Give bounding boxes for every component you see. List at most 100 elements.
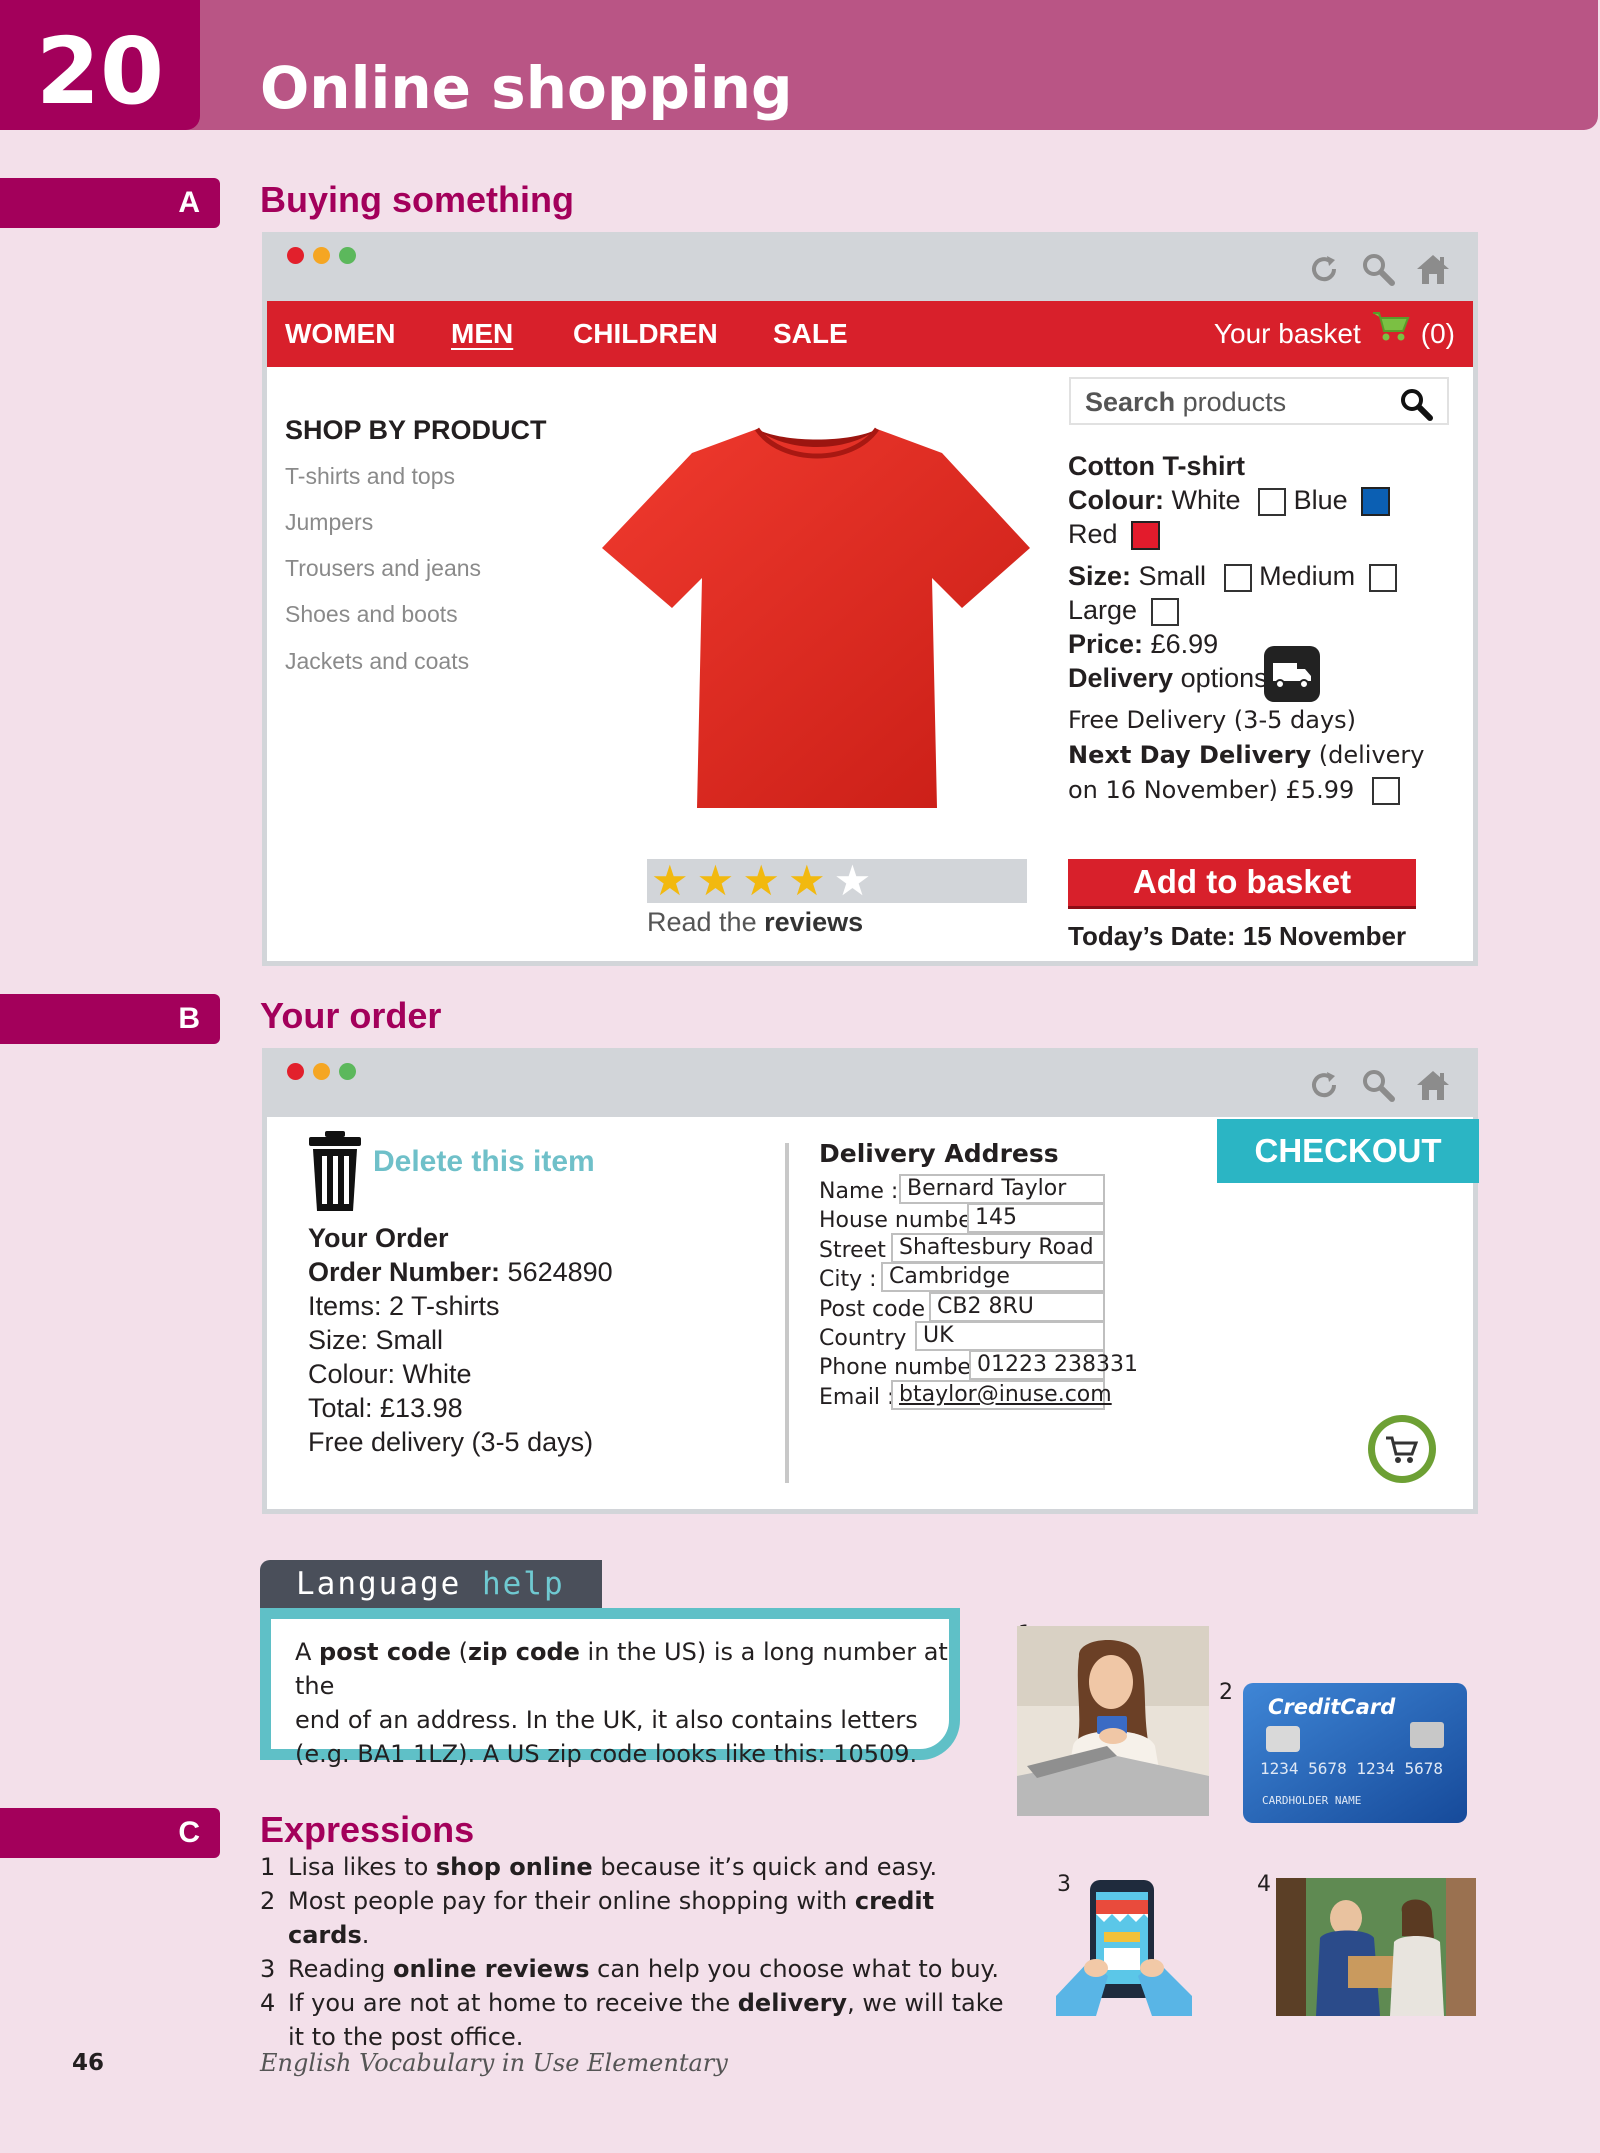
address-field-input[interactable]: btaylor@inuse.com [891,1379,1112,1410]
price-label: Price: [1068,629,1144,659]
colour-white-checkbox[interactable] [1258,487,1287,516]
address-field-input[interactable]: Cambridge [881,1262,1105,1293]
unit-header-band [0,0,1598,130]
close-dot[interactable] [287,1063,304,1080]
nav-men[interactable]: MEN [451,301,513,367]
star-filled-icon: ★ [696,856,735,905]
size-medium-checkbox[interactable] [1368,563,1397,592]
rating-stars: ★ ★ ★ ★ ★ [647,859,1027,903]
card-brand-text: CreditCard [1268,1695,1396,1719]
colour-blue-label: Blue [1293,485,1348,515]
star-filled-icon: ★ [787,856,826,905]
search-placeholder-rest: products [1175,387,1287,417]
card-number-text: 1234 5678 1234 5678 [1260,1759,1443,1778]
colour-red-swatch[interactable] [1131,521,1161,551]
minimize-dot[interactable] [313,247,330,264]
basket-cart-icon [1371,301,1411,367]
maximize-dot[interactable] [339,1063,356,1080]
expression-item: 3 Reading online reviews can help you ch… [260,1955,999,1983]
page-number: 46 [72,2050,105,2076]
refresh-icon[interactable] [1307,1068,1341,1102]
address-label: Email : [819,1384,895,1410]
nav-women[interactable]: WOMEN [285,301,395,367]
order-browser-window: Delete this item Your Order Order Number… [262,1048,1479,1514]
language-help-text: A post code (zip code in the US) is a lo… [295,1638,948,1768]
basket-link[interactable]: Your basket (0) [1214,301,1455,367]
category-tshirts[interactable]: T-shirts and tops [285,463,455,490]
section-c-title: Expressions [260,1809,475,1850]
card-holder-text: CARDHOLDER NAME [1262,1794,1361,1807]
shop-by-product-heading: SHOP BY PRODUCT [285,415,547,445]
size-large-label: Large [1068,595,1138,625]
language-help-tab: Language help [260,1560,602,1608]
picture-2-credit-card: CreditCard 1234 5678 1234 5678 CARDHOLDE… [1242,1682,1468,1828]
address-field-input[interactable]: 145 [967,1203,1105,1234]
address-field-input[interactable]: Shaftesbury Road [891,1232,1105,1263]
shop-browser-window: WOMEN MEN CHILDREN SALE Your basket (0) … [262,232,1478,966]
expression-item: 2 Most people pay for their online shopp… [260,1887,935,1949]
category-jumpers[interactable]: Jumpers [285,509,373,536]
address-field-input[interactable]: Bernard Taylor [899,1174,1105,1204]
price-value: £6.99 [1150,629,1219,659]
nav-children[interactable]: CHILDREN [573,301,718,367]
address-field-input[interactable]: CB2 8RU [929,1291,1105,1322]
order-divider [785,1143,789,1483]
order-delivery: Free delivery (3-5 days) [308,1427,594,1457]
nav-sale[interactable]: SALE [773,301,848,367]
section-b-title: Your order [260,995,442,1036]
delivery-choices: Free Delivery (3-5 days) Next Day Delive… [1068,703,1478,808]
address-field-input[interactable]: 01223 238331 [969,1350,1138,1381]
address-label: Country : [819,1326,921,1351]
search-icon[interactable] [1361,1068,1395,1102]
category-nav: WOMEN MEN CHILDREN SALE Your basket (0) [267,301,1473,367]
refresh-icon[interactable] [1307,252,1341,286]
picture-4-number: 4 [1257,1872,1271,1897]
size-label: Size: [1068,561,1132,591]
size-medium-label: Medium [1259,561,1356,591]
home-icon[interactable] [1415,1068,1451,1102]
next-day-delivery-bold: Next Day Delivery [1068,741,1312,769]
checkout-button[interactable]: CHECKOUT [1217,1119,1479,1183]
add-to-basket-button[interactable]: Add to basket [1068,859,1416,909]
search-input[interactable]: Search products [1069,377,1449,425]
category-jackets[interactable]: Jackets and coats [285,648,469,675]
next-day-delivery-checkbox[interactable] [1371,777,1400,805]
category-shoes[interactable]: Shoes and boots [285,601,458,628]
size-large-checkbox[interactable] [1150,597,1179,626]
unit-number: 20 [35,18,165,125]
category-trousers[interactable]: Trousers and jeans [285,555,481,582]
home-icon[interactable] [1415,252,1451,286]
todays-date: Today’s Date: 15 November [1068,921,1407,951]
language-help-label-2: help [481,1566,565,1602]
star-filled-icon: ★ [651,856,689,905]
next-day-delivery-rest: (delivery [1311,741,1425,769]
order-items: Items: 2 T-shirts [308,1291,500,1321]
browser-toolbar [267,237,1473,301]
delete-item-link[interactable]: Delete this item [373,1145,595,1179]
colour-red-label: Red [1068,519,1118,549]
order-size: Size: Small [308,1325,444,1355]
section-b-tab: B [0,994,220,1044]
read-reviews-link[interactable]: Read the reviews [647,907,863,938]
section-a-tab: A [0,178,220,228]
picture-4-delivery-at-door [1276,1878,1476,2020]
minimize-dot[interactable] [313,1063,330,1080]
cart-button-icon[interactable] [1366,1413,1438,1489]
delivery-label: Delivery [1068,663,1174,693]
search-products-icon[interactable] [1399,387,1433,425]
trash-icon[interactable] [307,1129,363,1217]
address-label: City : [819,1267,877,1293]
picture-3-phone-shop-app [1056,1876,1192,2020]
order-colour: Colour: White [308,1359,472,1389]
reviews-prefix: Read the [647,907,765,937]
product-name: Cotton T-shirt [1068,451,1245,481]
colour-blue-swatch[interactable] [1361,487,1391,517]
search-icon[interactable] [1361,252,1395,286]
size-small-checkbox[interactable] [1223,563,1252,592]
language-help-label-1: Language [296,1566,482,1602]
close-dot[interactable] [287,247,304,264]
maximize-dot[interactable] [339,247,356,264]
unit-title: Online shopping [260,54,793,122]
address-field-input[interactable]: UK [915,1321,1105,1351]
basket-label: Your basket [1213,318,1361,349]
